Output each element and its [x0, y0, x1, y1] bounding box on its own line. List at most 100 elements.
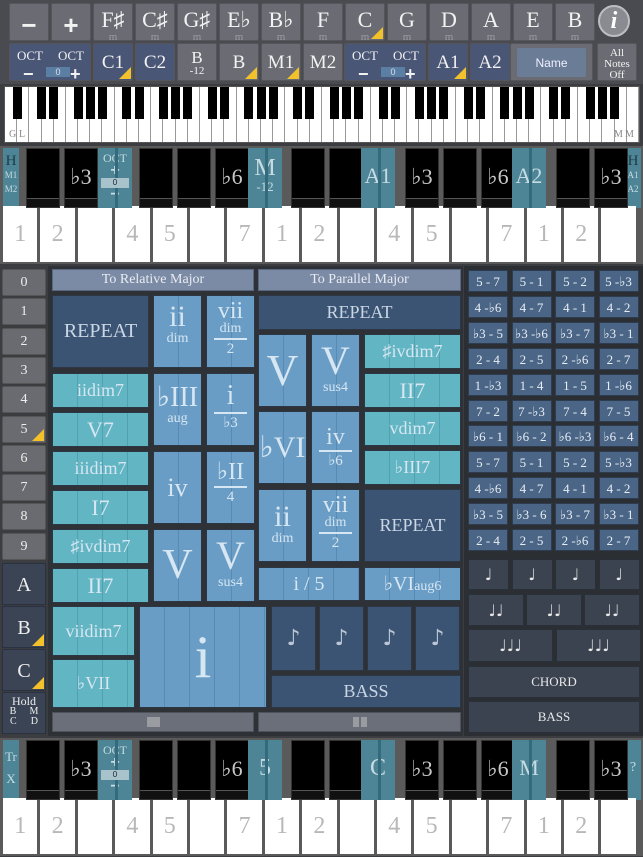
interval-button[interactable]: 4 -♭6 — [468, 477, 508, 500]
mini-black-key[interactable] — [549, 87, 559, 119]
chord-button[interactable]: V7 — [52, 412, 149, 447]
eighth-note-button[interactable]: ♪ — [271, 606, 316, 671]
white-key[interactable]: 4 — [377, 206, 412, 262]
key-button[interactable]: B♭ m — [261, 3, 301, 41]
mini-black-key[interactable] — [427, 87, 437, 119]
chord-iv-b6[interactable]: iv ♭6 — [311, 411, 360, 484]
black-key[interactable]: ♭6 — [215, 740, 249, 800]
mini-black-key[interactable] — [512, 87, 522, 119]
white-key[interactable]: 1 — [526, 798, 561, 854]
preset-button[interactable]: C1 — [93, 43, 133, 81]
chord-V[interactable]: V — [258, 334, 307, 407]
interval-button[interactable]: ♭3 - 1 — [598, 321, 639, 344]
mini-black-key[interactable] — [268, 87, 278, 119]
white-key[interactable]: 5 — [152, 206, 187, 262]
mini-black-key[interactable] — [49, 87, 59, 119]
key-button[interactable]: Am — [471, 3, 511, 41]
transpose-tab[interactable]: Tr X — [3, 740, 19, 800]
mini-black-key[interactable] — [354, 87, 364, 119]
interval-button[interactable]: 7 - 2 — [468, 399, 508, 422]
preset-button[interactable]: C2 — [135, 43, 175, 81]
interval-button[interactable]: 2 -♭6 — [555, 347, 595, 370]
interval-button[interactable]: 4 - 2 — [598, 295, 639, 318]
mini-black-key[interactable] — [183, 87, 193, 119]
interval-button[interactable]: 1 - 5 — [555, 373, 595, 396]
interval-button[interactable]: ♭6 - 4 — [598, 425, 639, 448]
white-key[interactable] — [601, 206, 636, 262]
two-notes-button[interactable]: ♩♩ — [584, 594, 640, 626]
octave-down-button[interactable]: − — [98, 187, 132, 203]
black-key[interactable]: ♭6 — [481, 740, 515, 800]
white-key[interactable] — [190, 206, 225, 262]
marker-key[interactable]: M — [512, 740, 546, 800]
chord-ii-dim[interactable]: ii dim — [258, 489, 307, 562]
chord-button[interactable]: ♯ivdim7 — [52, 529, 149, 564]
preset-button[interactable]: A1 — [428, 43, 468, 81]
interval-button[interactable]: 7 -♭3 — [511, 399, 552, 422]
interval-button[interactable]: 4 - 7 — [511, 295, 552, 318]
preset-button[interactable]: A2 — [470, 43, 510, 81]
white-key[interactable]: 7 — [489, 206, 524, 262]
chord-button[interactable]: iiidim7 — [52, 451, 149, 486]
octave-up-button[interactable]: + — [70, 64, 81, 80]
black-key[interactable] — [329, 148, 363, 208]
interval-button[interactable]: 1 -♭6 — [598, 373, 639, 396]
number-button[interactable]: 9 — [2, 532, 46, 560]
interval-button[interactable]: 5 - 1 — [511, 270, 552, 292]
interval-button[interactable]: ♭3 -♭6 — [511, 321, 552, 344]
white-key[interactable] — [339, 798, 374, 854]
eighth-note-button[interactable]: ♪ — [319, 606, 364, 671]
mini-black-key[interactable] — [390, 87, 400, 119]
mini-black-key[interactable] — [378, 87, 388, 119]
transpose-up-button[interactable]: + — [51, 3, 91, 41]
white-key[interactable] — [190, 798, 225, 854]
bass-rhythm-button[interactable]: BASS — [468, 701, 640, 733]
marker-key[interactable]: A2 — [512, 148, 546, 208]
white-key[interactable]: 2 — [564, 206, 599, 262]
chord-vii-dim-2[interactable]: vii dim 2 — [206, 295, 255, 368]
black-key[interactable] — [139, 148, 173, 208]
key-button[interactable]: C♯ m — [135, 3, 175, 41]
white-key[interactable]: 7 — [227, 798, 262, 854]
interval-button[interactable]: 2 - 7 — [598, 347, 639, 370]
white-key[interactable] — [601, 798, 636, 854]
mini-black-key[interactable] — [207, 87, 217, 119]
three-notes-button[interactable]: ♩♩♩ — [468, 629, 553, 662]
interval-button[interactable]: ♭3 - 7 — [555, 321, 595, 344]
white-key[interactable]: 2 — [564, 798, 599, 854]
key-button[interactable]: Fm — [303, 3, 343, 41]
mini-black-key[interactable] — [134, 87, 144, 119]
black-key[interactable]: ♭6 — [215, 148, 249, 208]
interval-button[interactable]: ♭3 - 1 — [598, 503, 639, 526]
mini-black-key[interactable] — [85, 87, 95, 119]
black-key[interactable]: ♭3 — [64, 148, 98, 208]
black-key[interactable] — [26, 148, 60, 208]
white-key[interactable] — [339, 206, 374, 262]
interval-button[interactable]: 1 - 4 — [511, 373, 552, 396]
key-button[interactable]: F♯ m — [93, 3, 133, 41]
mini-black-key[interactable] — [561, 87, 571, 119]
mini-black-key[interactable] — [341, 87, 351, 119]
interval-button[interactable]: ♭6 - 2 — [511, 425, 552, 448]
black-key[interactable] — [556, 148, 590, 208]
repeat-button[interactable]: REPEAT — [258, 295, 461, 330]
mini-keyboard[interactable]: G L M M — [4, 86, 640, 143]
octave-down-button[interactable]: − — [98, 779, 132, 795]
mini-black-key[interactable] — [244, 87, 254, 119]
mini-black-key[interactable] — [12, 87, 22, 119]
hold-button[interactable]: Hold BM CD — [2, 692, 46, 734]
two-notes-button[interactable]: ♩♩ — [526, 594, 582, 626]
chord-i-over-5[interactable]: i / 5 — [258, 567, 360, 601]
quarter-note-button[interactable]: ♩ — [598, 559, 640, 590]
chord-iv[interactable]: iv — [153, 451, 202, 524]
mini-black-key[interactable] — [37, 87, 47, 119]
black-key[interactable]: ♭3 — [594, 740, 628, 800]
interval-button[interactable]: 5 - 7 — [468, 451, 508, 474]
black-key[interactable] — [443, 740, 477, 800]
number-button[interactable]: 6 — [2, 444, 46, 472]
mini-black-key[interactable] — [585, 87, 595, 119]
white-key[interactable] — [451, 798, 487, 854]
white-key[interactable]: 1 — [3, 798, 38, 854]
mini-black-key[interactable] — [171, 87, 181, 119]
white-key[interactable]: 7 — [489, 798, 524, 854]
